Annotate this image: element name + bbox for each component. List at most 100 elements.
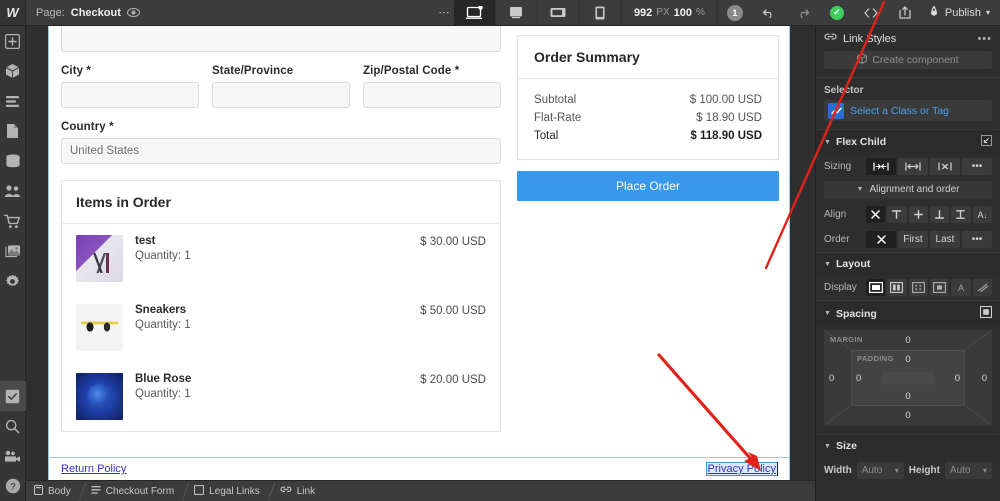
sizing-label: Sizing: [824, 161, 852, 172]
viewport-dimensions[interactable]: 992 PX 100 %: [622, 0, 718, 25]
align-baseline[interactable]: A↓: [972, 206, 992, 223]
desktop-icon[interactable]: [453, 0, 496, 25]
padding-left-value[interactable]: 0: [856, 351, 861, 405]
display-none[interactable]: [972, 279, 992, 296]
breadcrumb-item-checkout-form[interactable]: Checkout Form: [83, 481, 186, 501]
state-input[interactable]: [212, 82, 350, 108]
margin-left-value[interactable]: 0: [829, 330, 834, 426]
margin-box[interactable]: MARGIN 0 0 0 0 PADDING 0 0 0 0: [824, 330, 992, 426]
display-block[interactable]: [866, 279, 886, 296]
check-circle-icon[interactable]: ✓: [820, 0, 854, 26]
margin-right-value[interactable]: 0: [982, 330, 987, 426]
undo-icon[interactable]: [752, 0, 786, 26]
padding-center-target[interactable]: [882, 371, 934, 385]
sizing-more-options[interactable]: •••: [962, 158, 992, 175]
display-grid[interactable]: [908, 279, 928, 296]
checkbox-icon[interactable]: [0, 381, 26, 411]
list-item[interactable]: test Quantity: 1 $ 30.00 USD: [62, 224, 500, 293]
order-auto[interactable]: [866, 231, 896, 248]
padding-top-value[interactable]: 0: [852, 354, 964, 365]
align-center[interactable]: [908, 206, 928, 223]
search-icon[interactable]: [0, 411, 26, 441]
list-item[interactable]: Blue Rose Quantity: 1 $ 20.00 USD: [62, 362, 500, 431]
country-select[interactable]: United States: [61, 138, 501, 164]
alignment-and-order-toggle[interactable]: ▼ Alignment and order: [824, 181, 992, 198]
create-component-button[interactable]: Create component: [824, 51, 992, 69]
redo-icon[interactable]: [786, 0, 820, 26]
section-size[interactable]: ▼ Size: [816, 434, 1000, 457]
sizing-shrink-if-needed[interactable]: [866, 158, 896, 175]
selector-field[interactable]: Select a Class or Tag: [824, 100, 992, 121]
page-body[interactable]: City * State/Province Zip/Postal Code *: [48, 26, 790, 480]
video-camera-icon[interactable]: [0, 441, 26, 471]
cube-icon[interactable]: [0, 56, 26, 86]
checkout-form-column: City * State/Province Zip/Postal Code *: [49, 26, 517, 432]
flex-child-indicator-icon[interactable]: [981, 135, 992, 149]
order-label: Order: [824, 234, 850, 245]
width-input[interactable]: Auto ▾: [856, 462, 904, 479]
align-stretch[interactable]: [951, 206, 971, 223]
section-flex-child[interactable]: ▼ Flex Child: [816, 129, 1000, 154]
eye-icon[interactable]: [126, 6, 140, 20]
design-canvas[interactable]: City * State/Province Zip/Postal Code *: [26, 26, 815, 480]
shopping-cart-icon[interactable]: [0, 206, 26, 236]
place-order-button[interactable]: Place Order: [517, 171, 779, 201]
return-policy-link[interactable]: Return Policy: [61, 463, 126, 475]
gear-icon[interactable]: [0, 266, 26, 296]
align-auto[interactable]: [866, 206, 886, 223]
city-input[interactable]: [61, 82, 199, 108]
zip-input[interactable]: [363, 82, 501, 108]
align-start[interactable]: [887, 206, 907, 223]
display-inline-block[interactable]: [929, 279, 950, 296]
padding-bottom-value[interactable]: 0: [852, 391, 964, 402]
image-icon[interactable]: [0, 236, 26, 266]
breadcrumb-item-body[interactable]: Body: [26, 481, 83, 501]
breadcrumb-label: Checkout Form: [105, 485, 175, 497]
code-brackets-icon[interactable]: [854, 0, 888, 26]
margin-top-value[interactable]: 0: [824, 335, 992, 346]
privacy-policy-link[interactable]: Privacy Policy: [705, 462, 779, 476]
overflow-menu-icon[interactable]: ⋮: [432, 0, 454, 25]
database-icon[interactable]: [0, 146, 26, 176]
share-export-icon[interactable]: [888, 0, 922, 26]
breadcrumb-item-legal-links[interactable]: Legal Links: [186, 481, 272, 501]
margin-bottom-value[interactable]: 0: [824, 410, 992, 421]
mobile-portrait-icon[interactable]: [580, 0, 622, 25]
order-last[interactable]: Last: [930, 231, 960, 248]
page-icon[interactable]: [0, 116, 26, 146]
layers-icon[interactable]: [0, 86, 26, 116]
sizing-dont-shrink[interactable]: [930, 158, 960, 175]
section-layout[interactable]: ▼ Layout: [816, 252, 1000, 275]
padding-right-value[interactable]: 0: [955, 351, 960, 405]
publish-button[interactable]: Publish ▾: [922, 5, 1000, 21]
address-line2-field[interactable]: [61, 26, 501, 52]
webflow-logo[interactable]: W: [0, 0, 26, 25]
breadcrumb-label: Link: [296, 485, 316, 497]
link-chain-icon: [824, 32, 837, 45]
notification-badge[interactable]: 1: [718, 0, 752, 26]
padding-box[interactable]: PADDING 0 0 0 0: [851, 350, 965, 406]
height-input[interactable]: Auto ▾: [944, 462, 993, 479]
question-mark-icon[interactable]: ?: [0, 471, 26, 501]
subtotal-label: Subtotal: [534, 94, 577, 106]
breadcrumb-item-link[interactable]: Link: [272, 481, 327, 501]
plus-icon[interactable]: [0, 26, 26, 56]
page-indicator[interactable]: Page: Checkout: [26, 0, 150, 25]
display-flex[interactable]: [887, 279, 907, 296]
order-more-options[interactable]: •••: [962, 231, 992, 248]
viewport-width-unit: PX: [656, 7, 670, 18]
align-end[interactable]: [929, 206, 950, 223]
webflow-designer: W Page: Checkout ⋮ 992 PX 100 % 1 ✓ Publ…: [0, 0, 1000, 501]
mobile-landscape-icon[interactable]: [538, 0, 580, 25]
display-inline[interactable]: A: [951, 279, 971, 296]
spacing-link-icon[interactable]: [979, 305, 993, 321]
order-first[interactable]: First: [898, 231, 928, 248]
section-spacing[interactable]: ▼ Spacing: [816, 300, 1000, 326]
create-component-label: Create component: [872, 54, 959, 66]
tablet-icon[interactable]: [496, 0, 538, 25]
list-item[interactable]: Sneakers Quantity: 1 $ 50.00 USD: [62, 293, 500, 362]
ellipsis-icon[interactable]: •••: [977, 33, 992, 45]
users-icon[interactable]: [0, 176, 26, 206]
selector-swatch-icon: [828, 102, 844, 119]
sizing-fill-space[interactable]: [898, 158, 928, 175]
